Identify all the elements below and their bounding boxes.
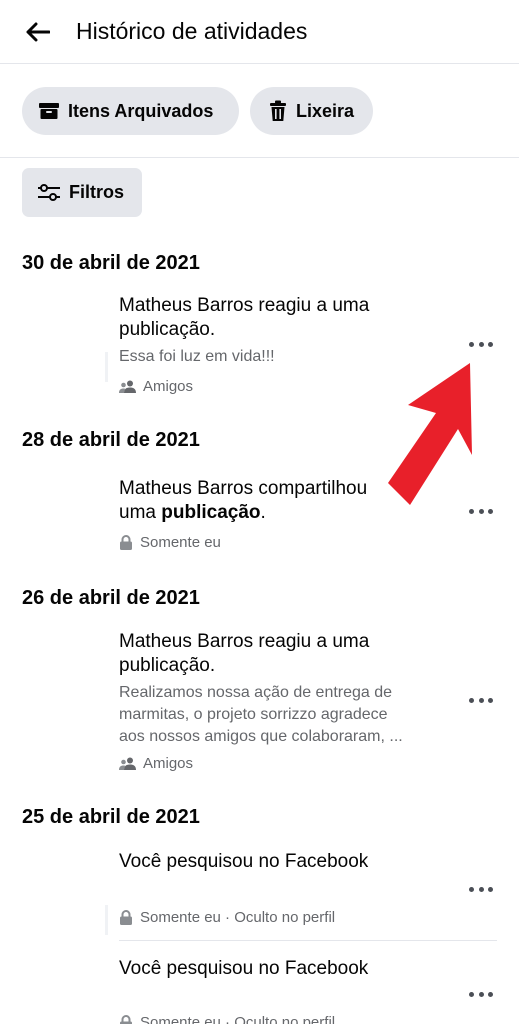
- audience-label: Somente eu · Oculto no perfil: [140, 909, 336, 926]
- page-title: Histórico de atividades: [76, 18, 308, 44]
- annotation-arrow-icon: [388, 363, 472, 505]
- audience-label: Amigos: [143, 378, 194, 395]
- activity-title[interactable]: Matheus Barros reagiu a uma: [119, 294, 369, 317]
- dot: [469, 991, 474, 997]
- activity-title-cont[interactable]: publicação.: [119, 318, 215, 341]
- more-options-button[interactable]: [466, 986, 496, 1002]
- dot: [478, 341, 484, 347]
- archive-box-icon: [39, 103, 59, 119]
- activity-title-cont[interactable]: uma publicação.: [119, 501, 266, 524]
- dot: [469, 886, 474, 892]
- date-heading: 30 de abril de 2021: [22, 252, 200, 274]
- more-options-button[interactable]: [466, 881, 496, 897]
- activity-title[interactable]: Matheus Barros reagiu a uma: [119, 630, 369, 653]
- activity-description: Realizamos nossa ação de entrega de: [119, 684, 393, 701]
- back-button[interactable]: [20, 14, 56, 50]
- archived-items-button[interactable]: Itens Arquivados: [22, 87, 239, 135]
- audience-label: Somente eu · Oculto no perfil: [140, 1014, 336, 1024]
- activity-title[interactable]: Matheus Barros compartilhou: [119, 477, 367, 500]
- date-heading: 25 de abril de 2021: [22, 806, 200, 828]
- thumbnail-edge: [105, 905, 108, 935]
- friends-icon: [119, 757, 136, 770]
- divider: [0, 157, 519, 158]
- audience-label: Amigos: [143, 755, 194, 772]
- arrow-left-icon: [26, 22, 50, 42]
- audience-row: Somente eu · Oculto no perfil: [119, 909, 335, 926]
- filters-button[interactable]: Filtros: [22, 168, 142, 217]
- activity-description: marmitas, o projeto sorrizzo agradece: [119, 706, 388, 723]
- sliders-icon: [38, 183, 60, 201]
- audience-label: Somente eu: [140, 534, 221, 551]
- dot: [488, 697, 493, 703]
- dot: [469, 697, 474, 703]
- lock-icon: [120, 1015, 132, 1024]
- activity-description: aos nossos amigos que colaboraram, ...: [119, 728, 403, 745]
- audience-row: Somente eu · Oculto no perfil: [119, 1014, 335, 1024]
- trash-button[interactable]: Lixeira: [250, 87, 373, 135]
- activity-title-cont[interactable]: publicação.: [119, 654, 215, 677]
- activity-description: Essa foi luz em vida!!!: [119, 348, 275, 365]
- title-prefix: uma: [119, 502, 162, 523]
- date-heading: 26 de abril de 2021: [22, 587, 200, 609]
- activity-title[interactable]: Você pesquisou no Facebook: [119, 850, 368, 873]
- dot: [469, 341, 474, 347]
- thumbnail-edge: [105, 352, 108, 382]
- lock-icon: [120, 910, 132, 925]
- lock-icon: [120, 535, 132, 550]
- audience-row: Somente eu: [119, 534, 221, 551]
- dot: [488, 991, 493, 997]
- archived-items-label: Itens Arquivados: [68, 100, 214, 121]
- filters-label: Filtros: [69, 182, 125, 202]
- more-options-button[interactable]: [466, 336, 496, 352]
- dot: [488, 341, 493, 347]
- dot: [478, 886, 484, 892]
- friends-icon: [119, 380, 136, 393]
- trash-can-icon: [270, 100, 286, 121]
- app-header: Histórico de atividades: [0, 0, 519, 64]
- post-link[interactable]: publicação: [161, 502, 260, 523]
- row-divider: [119, 940, 497, 941]
- trash-label: Lixeira: [296, 100, 355, 121]
- dot: [488, 886, 493, 892]
- dot: [478, 697, 484, 703]
- date-heading: 28 de abril de 2021: [22, 429, 200, 451]
- dot: [478, 991, 484, 997]
- audience-row: Amigos: [119, 755, 193, 772]
- audience-row: Amigos: [119, 378, 193, 395]
- title-suffix: .: [260, 502, 266, 523]
- more-options-button[interactable]: [466, 692, 496, 708]
- activity-title[interactable]: Você pesquisou no Facebook: [119, 957, 368, 980]
